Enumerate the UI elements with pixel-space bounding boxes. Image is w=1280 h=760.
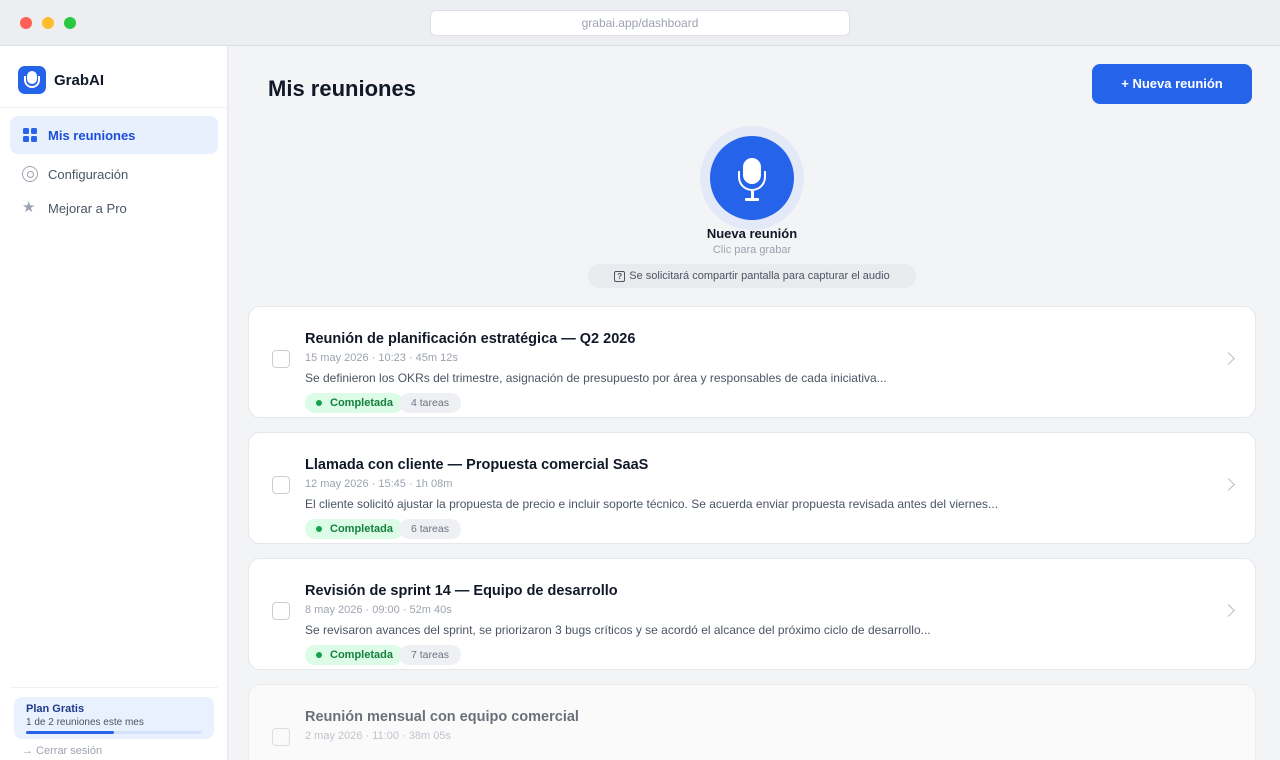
plan-title: Plan Gratis <box>26 703 85 715</box>
window-maximize-button[interactable] <box>64 17 76 29</box>
tasks-count-badge: 7 tareas <box>399 645 461 665</box>
sidebar-item-configuracion[interactable]: Configuración <box>10 155 218 193</box>
star-icon: ★ <box>22 199 36 216</box>
meeting-summary: Se definieron los OKRs del trimestre, as… <box>305 371 887 385</box>
meeting-title: Reunión de planificación estratégica — Q… <box>305 331 636 347</box>
chevron-right-icon[interactable] <box>1222 352 1235 365</box>
meeting-card[interactable]: Reunión mensual con equipo comercial 2 m… <box>248 684 1256 760</box>
gear-icon <box>22 166 38 182</box>
browser-chrome: grabai.app/dashboard <box>0 0 1280 46</box>
sidebar: GrabAI Mis reuniones Configuración ★ Mej… <box>0 46 228 760</box>
record-button[interactable] <box>710 136 794 220</box>
tasks-count-badge: 6 tareas <box>399 519 461 539</box>
screen-share-note-text: Se solicitará compartir pantalla para ca… <box>629 270 890 282</box>
sidebar-item-label: Mejorar a Pro <box>48 200 127 216</box>
meeting-card[interactable]: Reunión de planificación estratégica — Q… <box>248 306 1256 418</box>
meeting-summary: El cliente solicitó ajustar la propuesta… <box>305 497 999 511</box>
meeting-meta: 8 may 2026 · 09:00 · 52m 40s <box>305 604 452 616</box>
meeting-checkbox[interactable] <box>272 728 290 746</box>
plan-usage: 1 de 2 reuniones este mes <box>26 717 144 728</box>
plan-usage-fill <box>26 731 114 734</box>
help-icon: ? <box>614 270 626 282</box>
page-title: Mis reuniones <box>268 76 416 101</box>
meeting-card[interactable]: Revisión de sprint 14 — Equipo de desarr… <box>248 558 1256 670</box>
new-meeting-button[interactable]: + Nueva reunión <box>1092 64 1252 104</box>
logout-link[interactable]: → Cerrar sesión <box>22 745 102 757</box>
status-badge: Completada <box>305 393 403 413</box>
meeting-meta: 2 may 2026 · 11:00 · 38m 05s <box>305 730 451 742</box>
tasks-count-badge: 4 tareas <box>399 393 461 413</box>
chevron-right-icon[interactable] <box>1222 478 1235 491</box>
brand-name: GrabAI <box>54 71 105 89</box>
screen-share-note: ? Se solicitará compartir pantalla para … <box>588 264 916 288</box>
main-content: Mis reuniones + Nueva reunión Nueva reun… <box>229 46 1280 760</box>
record-hint: Clic para grabar <box>712 244 792 256</box>
record-label: Nueva reunión <box>706 226 798 241</box>
meeting-title: Revisión de sprint 14 — Equipo de desarr… <box>305 583 618 599</box>
divider <box>0 107 227 108</box>
status-badge: Completada <box>305 519 403 539</box>
address-bar[interactable]: grabai.app/dashboard <box>430 10 850 36</box>
window-minimize-button[interactable] <box>42 17 54 29</box>
meeting-title: Llamada con cliente — Propuesta comercia… <box>305 457 649 473</box>
meeting-checkbox[interactable] <box>272 476 290 494</box>
chevron-right-icon[interactable] <box>1222 604 1235 617</box>
meeting-checkbox[interactable] <box>272 350 290 368</box>
divider <box>10 687 218 688</box>
sidebar-item-mis-reuniones[interactable]: Mis reuniones <box>10 116 218 154</box>
meeting-summary: Se revisaron avances del sprint, se prio… <box>305 623 931 637</box>
meeting-checkbox[interactable] <box>272 602 290 620</box>
meeting-card[interactable]: Llamada con cliente — Propuesta comercia… <box>248 432 1256 544</box>
meeting-meta: 12 may 2026 · 15:45 · 1h 08m <box>305 478 453 490</box>
status-badge: Completada <box>305 645 403 665</box>
meeting-title: Reunión mensual con equipo comercial <box>305 709 579 725</box>
plan-card: Plan Gratis 1 de 2 reuniones este mes <box>14 697 214 739</box>
sidebar-item-label: Mis reuniones <box>48 127 136 143</box>
grid-icon <box>22 127 38 143</box>
sidebar-item-label: Configuración <box>48 166 129 182</box>
window-close-button[interactable] <box>20 17 32 29</box>
brand[interactable]: GrabAI <box>18 66 104 94</box>
meeting-meta: 15 may 2026 · 10:23 · 45m 12s <box>305 352 458 364</box>
plan-usage-bar <box>26 731 202 734</box>
sidebar-item-mejorar-a-pro[interactable]: ★ Mejorar a Pro <box>10 189 218 227</box>
microphone-logo-icon <box>18 66 46 94</box>
